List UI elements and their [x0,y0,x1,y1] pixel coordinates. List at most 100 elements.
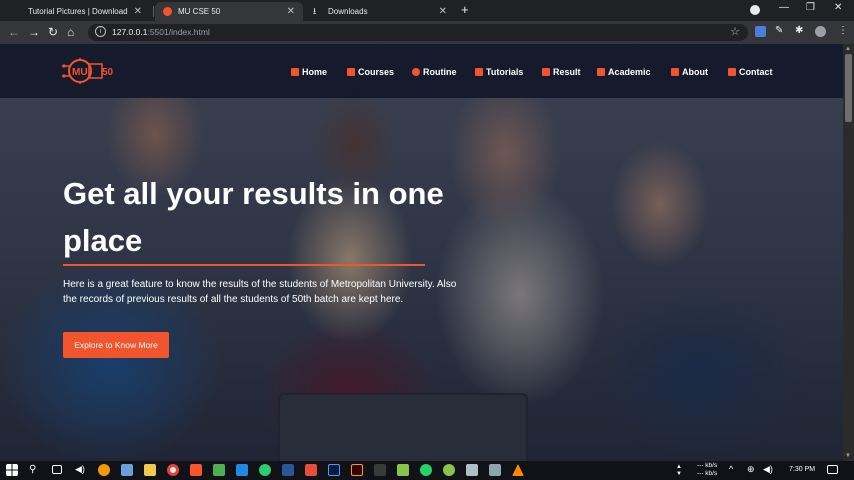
new-tab-icon[interactable]: + [461,2,469,17]
green-app-icon[interactable] [259,464,271,476]
nav-tutorials[interactable]: Tutorials [475,67,523,77]
url-path: :5501/index.html [147,27,210,37]
contact-icon [728,68,736,76]
word-icon[interactable] [282,464,294,476]
media-app-icon[interactable] [489,464,501,476]
site-logo[interactable]: MU 50 [62,58,132,84]
explore-button[interactable]: Explore to Know More [63,332,169,358]
extensions-icon[interactable]: ✱ [795,25,803,36]
logo-text: MU [72,67,88,78]
nav-about[interactable]: About [671,67,708,77]
microsoft-store-icon[interactable] [213,464,225,476]
scrollbar-thumb[interactable] [845,54,852,122]
tray-up-icon[interactable]: ▲ [676,464,682,470]
tab-downloads[interactable]: ⭳ Downloads ✕ [305,2,455,21]
download-icon: ⭳ [313,6,317,16]
tab-title: Downloads [328,7,368,16]
clock-icon [412,68,420,76]
settings-app-icon[interactable] [98,464,110,476]
windows-start-icon[interactable] [6,464,18,476]
page-viewport: MU 50 Home Courses Routine Tutorials Res… [0,44,843,461]
browser-toolbar: ← → ↻ ⌂ i 127.0.0.1:5501/index.html ☆ ✎ … [0,21,854,44]
logo-number: 50 [102,67,114,78]
folder-app-icon[interactable] [466,464,478,476]
address-bar[interactable]: i 127.0.0.1:5501/index.html ☆ [88,24,748,41]
tab-title: MU CSE 50 [178,7,221,16]
whatsapp-icon[interactable] [420,464,432,476]
bookmark-star-icon[interactable]: ☆ [730,25,740,38]
calculator-icon[interactable] [374,464,386,476]
search-icon[interactable]: ⚲ [29,464,41,476]
browser-menu-icon[interactable]: ⋮ [838,25,848,36]
window-close-icon[interactable]: ✕ [834,2,842,13]
lime-app-icon[interactable] [443,464,455,476]
tab-title: Tutorial Pictures | Download Free [28,7,128,16]
hero-divider [63,264,425,266]
tab-mu-cse-50[interactable]: MU CSE 50 ✕ [155,2,303,21]
home-icon[interactable]: ⌂ [67,25,74,39]
speaker-app-icon[interactable]: ◀) [75,464,87,476]
nav-home-label: Home [302,67,328,77]
file-explorer-icon[interactable] [144,464,156,476]
photoshop-icon[interactable] [328,464,340,476]
notifications-icon[interactable] [827,465,838,474]
volume-icon[interactable]: ◀) [763,464,773,475]
nav-academic[interactable]: Academic [597,67,651,77]
reload-icon[interactable]: ↻ [48,25,58,39]
site-header: MU 50 Home Courses Routine Tutorials Res… [0,44,843,98]
red-app-icon[interactable] [305,464,317,476]
nav-result-label: Result [553,67,581,77]
pen-extension-icon[interactable]: ✎ [775,25,783,36]
building-icon [597,68,605,76]
nav-courses[interactable]: Courses [347,67,394,77]
stack-app-icon[interactable] [397,464,409,476]
tab-tutorial-pictures[interactable]: Tutorial Pictures | Download Free ✕ [20,2,150,21]
hero-title: Get all your results in one place [63,176,444,258]
nav-result[interactable]: Result [542,67,581,77]
home-icon [291,68,299,76]
nav-contact[interactable]: Contact [728,67,773,77]
close-tab-icon[interactable]: ✕ [134,6,142,17]
profile-menu-icon[interactable] [750,5,760,15]
forward-arrow-icon[interactable]: → [28,25,40,39]
show-hidden-icons-icon[interactable]: ^ [729,464,733,474]
nav-home[interactable]: Home [291,67,327,77]
close-tab-icon[interactable]: ✕ [439,6,447,17]
id-card-icon [671,68,679,76]
scroll-down-icon[interactable]: ▼ [845,453,851,459]
result-icon [542,68,550,76]
net-download-speed: --- kb/s [697,470,718,477]
notepad-app-icon[interactable] [121,464,133,476]
scroll-up-icon[interactable]: ▲ [845,46,851,52]
chat-icon [475,68,483,76]
task-view-icon[interactable] [52,465,62,474]
brave-icon[interactable] [190,464,202,476]
windows-taskbar: ⚲ ◀) ▲ ▼ --- kb/s --- kb/s ^ ⊕ ◀) 7:30 P… [0,461,854,480]
site-info-icon[interactable]: i [95,26,106,37]
minimize-icon[interactable]: — [779,2,789,13]
close-tab-icon[interactable]: ✕ [287,6,295,17]
vscode-icon[interactable] [236,464,248,476]
illustrator-icon[interactable] [351,464,363,476]
net-upload-speed: --- kb/s [697,462,718,469]
restore-icon[interactable]: ❐ [806,2,815,13]
nav-academic-label: Academic [608,67,651,77]
url-text[interactable]: 127.0.0.1:5501/index.html [112,27,210,37]
back-arrow-icon[interactable]: ← [8,25,20,39]
vlc-icon[interactable] [512,464,524,476]
nav-contact-label: Contact [739,67,773,77]
clock-time[interactable]: 7:30 PM [789,466,815,473]
profile-avatar-icon[interactable] [815,26,826,37]
browser-tab-strip: Tutorial Pictures | Download Free ✕ MU C… [0,0,854,21]
chrome-icon[interactable] [167,464,179,476]
url-host: 127.0.0.1 [112,27,148,37]
translate-extension-icon[interactable] [755,26,766,37]
tray-down-icon[interactable]: ▼ [676,471,682,477]
nav-routine-label: Routine [423,67,457,77]
site-favicon-icon [163,7,172,16]
page-scrollbar[interactable]: ▲ ▼ [843,44,854,461]
nav-routine[interactable]: Routine [412,67,457,77]
nav-tutorials-label: Tutorials [486,67,524,77]
nav-courses-label: Courses [358,67,395,77]
language-globe-icon[interactable]: ⊕ [747,464,755,475]
